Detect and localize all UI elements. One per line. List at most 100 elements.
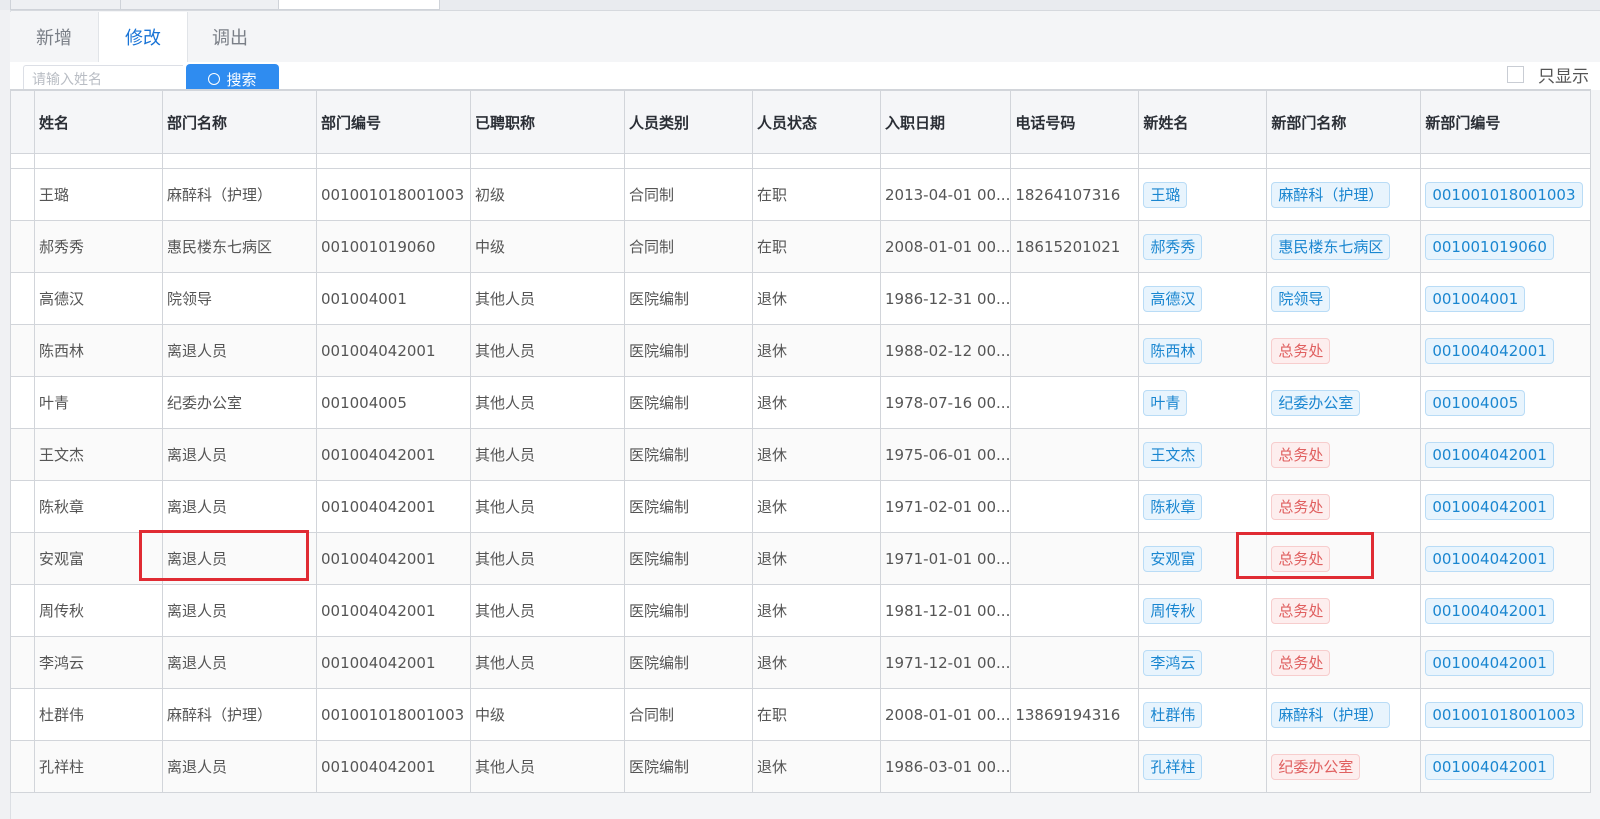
new-name-tag[interactable]: 高德汉 — [1143, 285, 1203, 312]
new-name-tag[interactable]: 王文杰 — [1143, 441, 1203, 468]
new-dept-tag[interactable]: 麻醉科（护理） — [1271, 701, 1391, 728]
cell-new-dept[interactable]: 惠民楼东七病区 — [1266, 220, 1422, 273]
new-dept-tag[interactable]: 总务处 — [1271, 545, 1331, 572]
cell-new-name[interactable]: 孔祥柱 — [1138, 740, 1268, 793]
cell-new-name[interactable]: 杜群伟 — [1138, 688, 1268, 741]
new-dept-tag[interactable]: 纪委办公室 — [1271, 389, 1361, 416]
new-name-tag[interactable]: 李鸿云 — [1143, 649, 1203, 676]
header-date[interactable]: 入职日期 — [879, 89, 1012, 154]
cell-new-dept-no[interactable]: 001004042001 — [1420, 740, 1592, 793]
cell-new-dept-no[interactable]: 001004042001 — [1420, 532, 1592, 585]
search-button[interactable]: 搜索 — [186, 64, 279, 92]
cell-new-name[interactable]: 陈秋章 — [1138, 480, 1268, 533]
top-tab[interactable] — [120, 0, 280, 10]
cell-new-name[interactable]: 李鸿云 — [1138, 636, 1268, 689]
cell-new-name[interactable]: 王璐 — [1138, 168, 1268, 221]
new-dept-no-tag[interactable]: 001001018001003 — [1425, 701, 1583, 728]
new-dept-no-tag[interactable]: 001004042001 — [1425, 493, 1554, 520]
header-new-name[interactable]: 新姓名 — [1138, 89, 1268, 154]
tab-add[interactable]: 新增 — [10, 12, 98, 62]
header-phone[interactable]: 电话号码 — [1010, 89, 1140, 154]
cell-new-dept[interactable]: 麻醉科（护理） — [1266, 688, 1422, 741]
cell-new-dept-no[interactable]: 001004042001 — [1420, 636, 1592, 689]
new-dept-tag[interactable]: 总务处 — [1271, 649, 1331, 676]
new-dept-tag[interactable]: 院领导 — [1271, 285, 1331, 312]
top-tab-active[interactable] — [278, 0, 440, 10]
top-tab[interactable] — [10, 0, 122, 10]
tab-transfer-out[interactable]: 调出 — [186, 12, 274, 62]
new-dept-no-tag[interactable]: 001004042001 — [1425, 441, 1554, 468]
new-dept-no-tag[interactable]: 001004001 — [1425, 285, 1526, 312]
cell-new-dept-no[interactable]: 001004005 — [1420, 376, 1592, 429]
new-dept-no-tag[interactable]: 001001018001003 — [1425, 181, 1583, 208]
table-row[interactable]: 王文杰 离退人员 001004042001 其他人员 医院编制 退休 1975-06-01 … — [10, 428, 1592, 481]
new-dept-tag[interactable]: 总务处 — [1271, 597, 1331, 624]
cell-new-dept[interactable]: 总务处 — [1266, 428, 1422, 481]
cell-new-name[interactable]: 陈西林 — [1138, 324, 1268, 377]
header-category[interactable]: 人员类别 — [624, 89, 753, 154]
new-dept-no-tag[interactable]: 001004042001 — [1425, 649, 1554, 676]
new-name-tag[interactable]: 叶青 — [1143, 389, 1188, 416]
new-dept-tag[interactable]: 总务处 — [1271, 441, 1331, 468]
new-name-tag[interactable]: 陈西林 — [1143, 337, 1203, 364]
table-row[interactable]: 杜群伟 麻醉科（护理） 001001018001003 中级 合同制 在职 2008-01-… — [10, 688, 1592, 741]
header-name[interactable]: 姓名 — [34, 89, 163, 154]
cell-new-dept-no[interactable]: 001001018001003 — [1420, 168, 1592, 221]
new-dept-tag[interactable]: 麻醉科（护理） — [1271, 181, 1391, 208]
only-show-checkbox[interactable] — [1507, 65, 1524, 83]
tab-modify[interactable]: 修改 — [98, 12, 188, 63]
cell-new-name[interactable]: 周传秋 — [1138, 584, 1268, 637]
new-dept-no-tag[interactable]: 001004042001 — [1425, 545, 1554, 572]
cell-new-dept[interactable]: 总务处 — [1266, 324, 1422, 377]
new-name-tag[interactable]: 杜群伟 — [1143, 701, 1203, 728]
new-dept-no-tag[interactable]: 001004005 — [1425, 389, 1526, 416]
cell-new-dept-no[interactable]: 001004042001 — [1420, 428, 1592, 481]
cell-new-dept[interactable]: 纪委办公室 — [1266, 740, 1422, 793]
cell-new-dept-no[interactable]: 001001018001003 — [1420, 688, 1592, 741]
new-dept-tag[interactable]: 总务处 — [1271, 337, 1331, 364]
table-row[interactable]: 叶青 纪委办公室 001004005 其他人员 医院编制 退休 1978-07-16 00.… — [10, 376, 1592, 429]
table-row[interactable]: 高德汉 院领导 001004001 其他人员 医院编制 退休 1986-12-31 00..… — [10, 272, 1592, 325]
new-name-tag[interactable]: 陈秋章 — [1143, 493, 1203, 520]
header-status[interactable]: 人员状态 — [752, 89, 881, 154]
table-row[interactable]: 李鸿云 离退人员 001004042001 其他人员 医院编制 退休 1971-12-01 … — [10, 636, 1592, 689]
new-name-tag[interactable]: 孔祥柱 — [1143, 753, 1203, 780]
cell-new-dept[interactable]: 总务处 — [1266, 480, 1422, 533]
table-row[interactable]: 安观富 离退人员 001004042001 其他人员 医院编制 退休 1971-01-01 … — [10, 532, 1592, 585]
table-row[interactable]: 郝秀秀 惠民楼东七病区 001001019060 中级 合同制 在职 2008-01-01 … — [10, 220, 1592, 273]
new-dept-tag[interactable]: 惠民楼东七病区 — [1271, 233, 1391, 260]
table-row[interactable]: 陈西林 离退人员 001004042001 其他人员 医院编制 退休 1988-02-12 … — [10, 324, 1592, 377]
cell-new-name[interactable]: 高德汉 — [1138, 272, 1268, 325]
new-dept-tag[interactable]: 总务处 — [1271, 493, 1331, 520]
cell-new-dept[interactable]: 总务处 — [1266, 532, 1422, 585]
cell-new-dept[interactable]: 总务处 — [1266, 584, 1422, 637]
header-dept[interactable]: 部门名称 — [162, 89, 317, 154]
header-new-dept-no[interactable]: 新部门编号 — [1420, 89, 1592, 154]
cell-new-dept-no[interactable]: 001004042001 — [1420, 584, 1592, 637]
table-row[interactable]: 王璐 麻醉科（护理） 001001018001003 初级 合同制 在职 2013-04-0… — [10, 168, 1592, 221]
new-dept-no-tag[interactable]: 001001019060 — [1425, 233, 1554, 260]
table-row[interactable]: 孔祥柱 离退人员 001004042001 其他人员 医院编制 退休 1986-03-01 … — [10, 740, 1592, 793]
header-dept-no[interactable]: 部门编号 — [316, 89, 471, 154]
new-name-tag[interactable]: 王璐 — [1143, 181, 1188, 208]
cell-new-dept-no[interactable]: 001004042001 — [1420, 480, 1592, 533]
cell-new-name[interactable]: 安观富 — [1138, 532, 1268, 585]
header-title[interactable]: 已聘职称 — [470, 89, 625, 154]
new-name-tag[interactable]: 郝秀秀 — [1143, 233, 1203, 260]
cell-new-name[interactable]: 郝秀秀 — [1138, 220, 1268, 273]
new-dept-no-tag[interactable]: 001004042001 — [1425, 597, 1554, 624]
cell-new-name[interactable]: 叶青 — [1138, 376, 1268, 429]
cell-new-dept-no[interactable]: 001004001 — [1420, 272, 1592, 325]
new-name-tag[interactable]: 周传秋 — [1143, 597, 1203, 624]
only-show-filter[interactable]: 只显示 — [1507, 62, 1589, 90]
cell-new-dept-no[interactable]: 001001019060 — [1420, 220, 1592, 273]
new-dept-no-tag[interactable]: 001004042001 — [1425, 337, 1554, 364]
cell-new-dept[interactable]: 纪委办公室 — [1266, 376, 1422, 429]
header-new-dept[interactable]: 新部门名称 — [1266, 89, 1422, 154]
table-row[interactable]: 陈秋章 离退人员 001004042001 其他人员 医院编制 退休 1971-02-01 … — [10, 480, 1592, 533]
cell-new-dept-no[interactable]: 001004042001 — [1420, 324, 1592, 377]
search-input[interactable]: 请输入姓名 — [23, 65, 183, 91]
new-name-tag[interactable]: 安观富 — [1143, 545, 1203, 572]
cell-new-dept[interactable]: 麻醉科（护理） — [1266, 168, 1422, 221]
new-dept-tag[interactable]: 纪委办公室 — [1271, 753, 1361, 780]
